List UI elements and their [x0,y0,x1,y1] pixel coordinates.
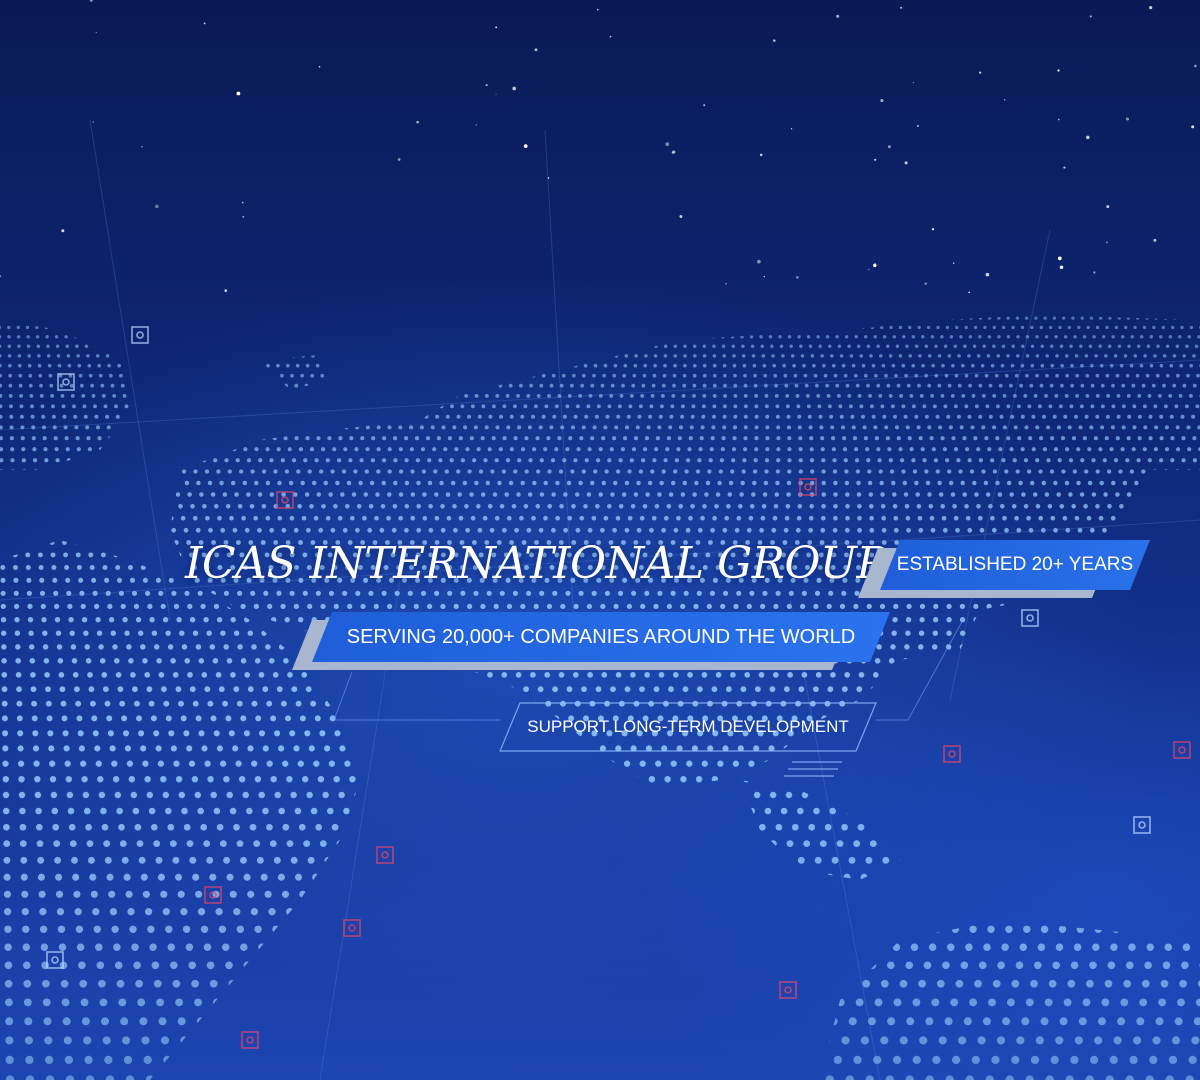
target-marker-icon [779,981,797,999]
target-marker-icon [131,326,149,344]
established-badge: ESTABLISHED 20+ YEARS [880,540,1150,590]
target-marker-icon [943,745,961,763]
serving-badge: SERVING 20,000+ COMPANIES AROUND THE WOR… [312,612,890,662]
target-marker-icon [376,846,394,864]
page-title: ICAS INTERNATIONAL GROUP [185,538,886,589]
hero-banner: ICAS INTERNATIONAL GROUP ESTABLISHED 20+… [0,0,1200,1080]
target-marker-icon [343,919,361,937]
target-marker-icon [1133,816,1151,834]
target-marker-icon [241,1031,259,1049]
target-marker-icon [1173,741,1191,759]
support-badge: SUPPORT LONG-TERM DEVELOPMENT [527,717,849,736]
target-marker-icon [1021,609,1039,627]
